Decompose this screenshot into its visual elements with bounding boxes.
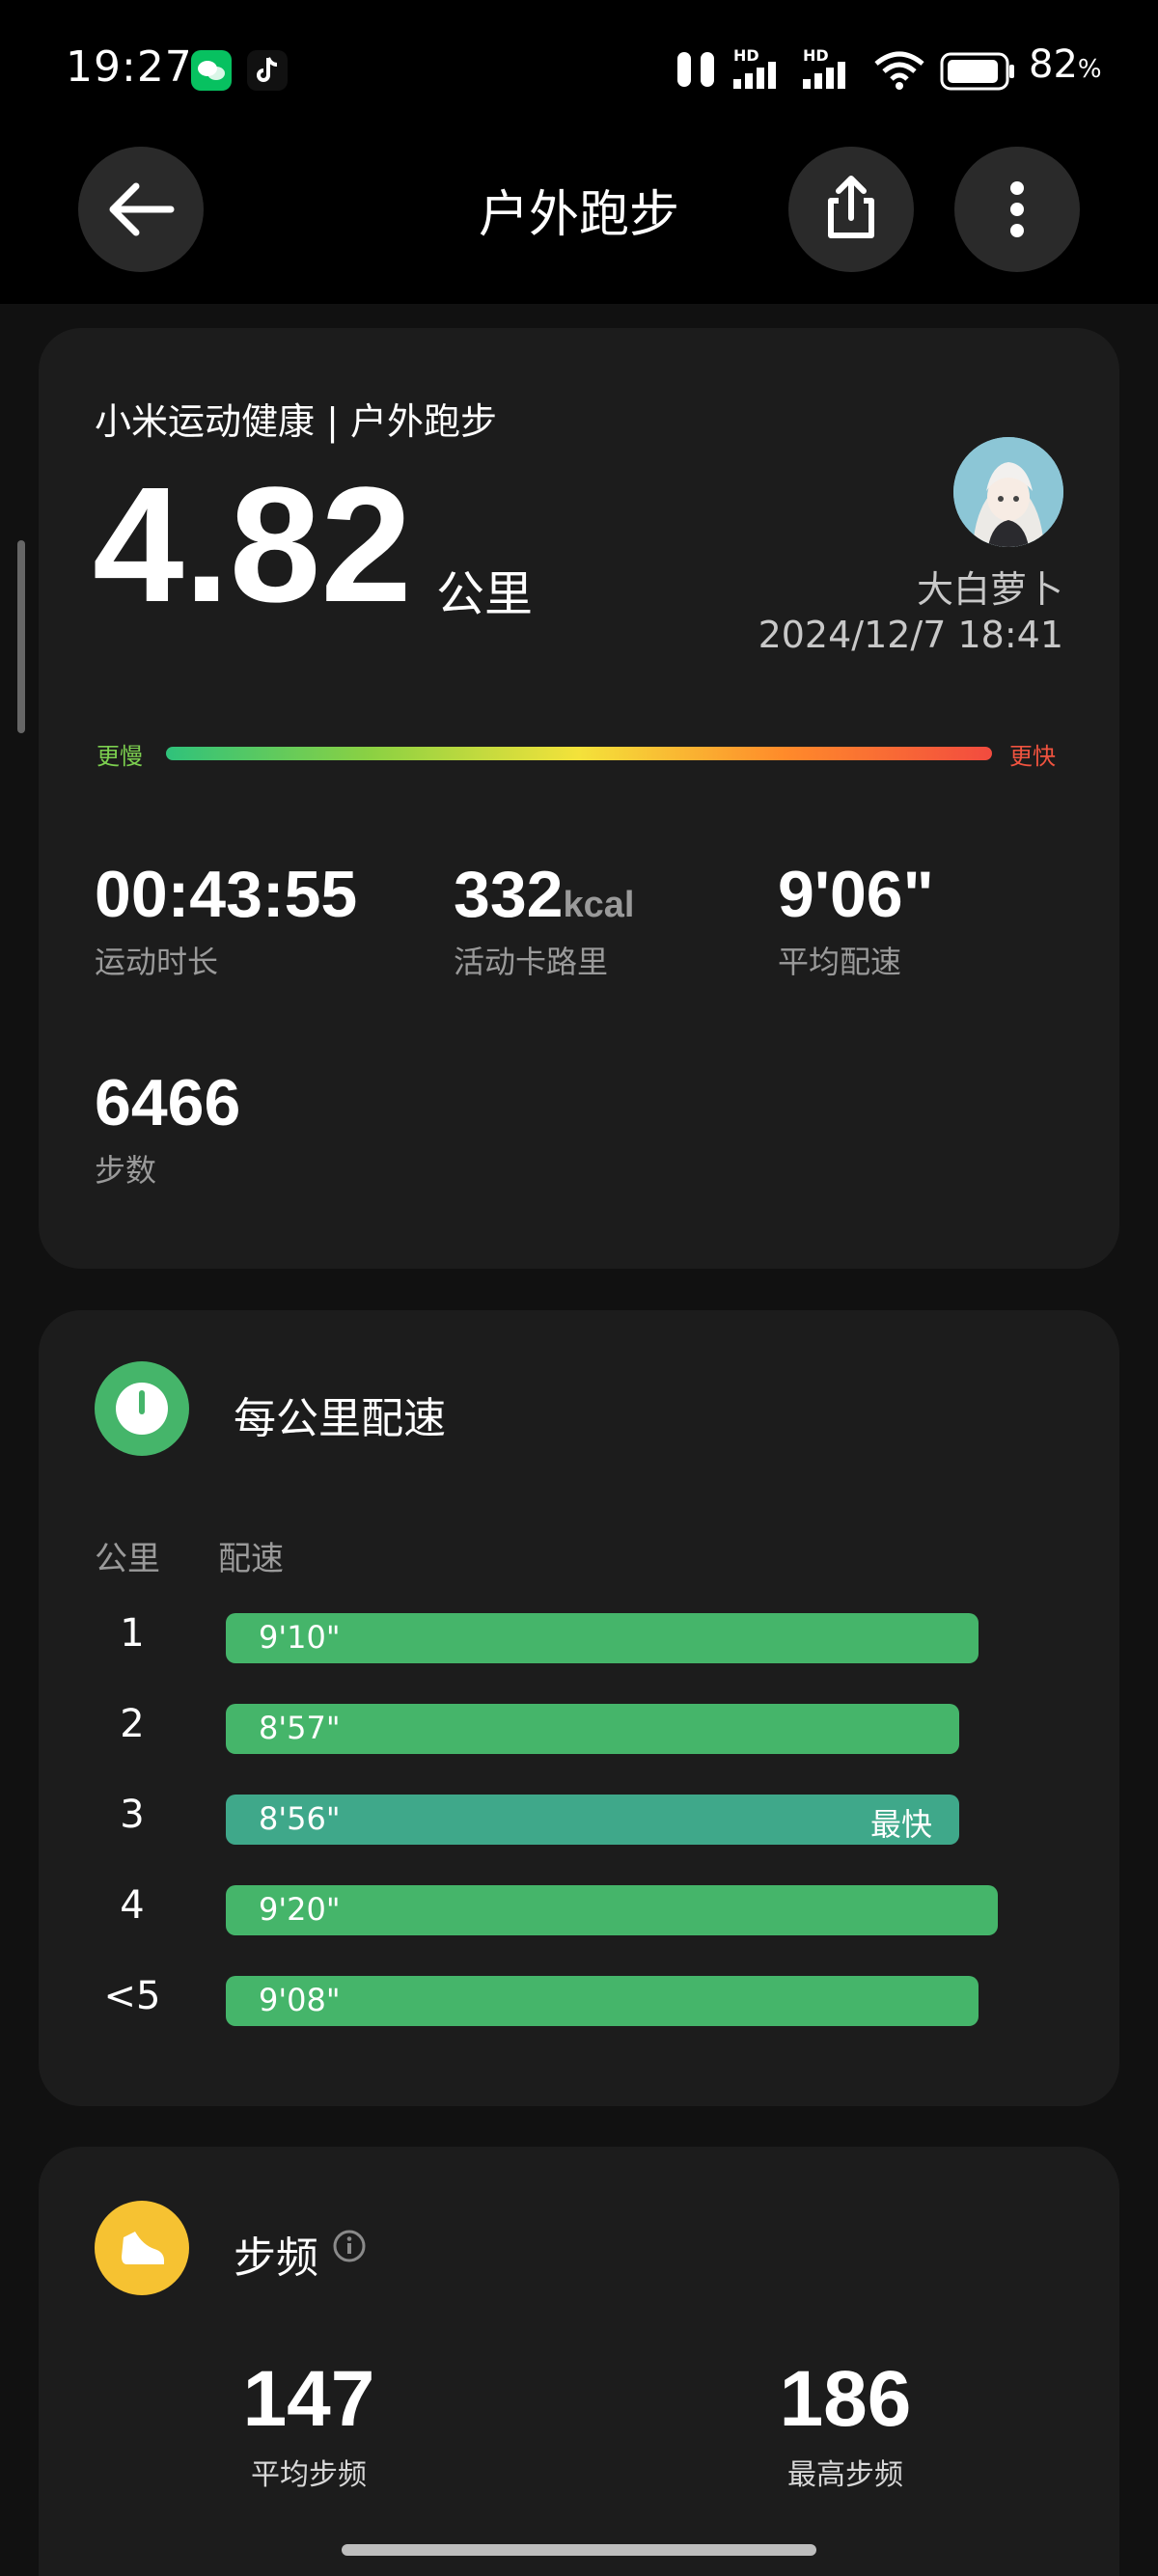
avg-cadence-value: 147	[242, 2355, 375, 2443]
avg-pace-label: 平均配速	[778, 944, 902, 980]
pace-bar: 9'10"	[226, 1613, 979, 1663]
cadence-card[interactable]	[39, 2147, 1119, 2576]
distance-value: 4.82	[93, 453, 412, 637]
wechat-icon	[191, 50, 232, 91]
steps-value: 6466	[95, 1066, 241, 1139]
home-indicator[interactable]	[342, 2544, 816, 2556]
fastest-badge: 最快	[869, 1806, 932, 1843]
col-pace-header: 配速	[218, 1540, 284, 1578]
distance-unit: 公里	[436, 566, 533, 622]
pace-row-km: 1	[120, 1611, 145, 1656]
pace-bar-value: 8'57"	[259, 1710, 341, 1746]
pace-gradient-bar	[166, 747, 992, 760]
calories-value: 332	[454, 858, 564, 931]
pace-bar: 9'20"	[226, 1885, 998, 1935]
calories-stat: 332kcal	[454, 857, 634, 932]
status-bar: 19:27 HD HD 82%	[0, 0, 1158, 145]
pace-bar: 9'08"	[226, 1976, 979, 2026]
calories-label: 活动卡路里	[454, 944, 609, 980]
avg-cadence-label: 平均步频	[251, 2458, 367, 2492]
more-button[interactable]	[954, 147, 1080, 272]
source-label: 小米运动健康 | 户外跑步	[95, 400, 497, 443]
workout-datetime: 2024/12/7 18:41	[758, 614, 1063, 656]
cadence-card-icon	[95, 2201, 189, 2295]
share-button[interactable]	[788, 147, 914, 272]
steps-label: 步数	[95, 1152, 157, 1189]
pace-bar-value: 8'56"	[259, 1800, 341, 1837]
duration-label: 运动时长	[95, 944, 219, 980]
battery-icon	[940, 52, 1017, 95]
user-name: 大白萝卜	[916, 568, 1063, 611]
pace-card-title: 每公里配速	[234, 1394, 446, 1443]
pace-card-icon	[95, 1361, 189, 1456]
pace-bar-value: 9'10"	[259, 1619, 341, 1656]
pace-row-km: 4	[120, 1883, 145, 1928]
scroll-indicator[interactable]	[17, 540, 25, 733]
cadence-card-title: 步频	[234, 2233, 318, 2283]
col-km-header: 公里	[95, 1540, 160, 1578]
signal-icon-1	[733, 60, 791, 93]
pace-bar: 8'56" 最快	[226, 1795, 959, 1845]
wifi-icon	[872, 50, 926, 95]
battery-percent: 82%	[1029, 42, 1102, 87]
duration-value: 00:43:55	[95, 858, 358, 931]
faster-label: 更快	[1009, 743, 1056, 770]
share-icon	[828, 176, 874, 238]
pace-bar-value: 9'08"	[259, 1982, 341, 2018]
info-icon	[333, 2230, 366, 2262]
tiktok-icon	[247, 50, 288, 91]
avg-pace-value: 9'06"	[778, 858, 934, 931]
earbuds-icon	[672, 48, 720, 95]
max-cadence-value: 186	[779, 2355, 912, 2443]
avatar[interactable]	[953, 437, 1063, 547]
pace-row-km: <5	[103, 1974, 161, 2018]
pace-bar-value: 9'20"	[259, 1891, 341, 1928]
pace-row-km: 2	[120, 1702, 145, 1746]
signal-icon-2	[803, 60, 861, 93]
slower-label: 更慢	[96, 743, 143, 770]
shoe-icon	[122, 2232, 164, 2264]
info-button[interactable]	[332, 2229, 367, 2263]
pace-bar: 8'57"	[226, 1704, 959, 1754]
clock: 19:27	[66, 42, 193, 92]
pace-row-km: 3	[120, 1793, 145, 1837]
max-cadence-label: 最高步频	[787, 2458, 903, 2492]
calories-unit: kcal	[563, 885, 635, 925]
anime-girl-avatar-icon	[953, 437, 1063, 547]
more-vertical-icon	[1010, 181, 1024, 237]
stopwatch-icon	[116, 1383, 168, 1435]
